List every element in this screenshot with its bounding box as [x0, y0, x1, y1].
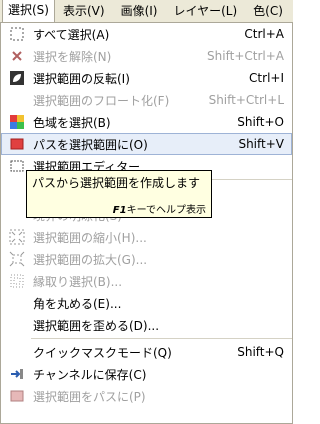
- invert-selection-icon: [10, 71, 24, 85]
- menu-item-label: 選択を解除(N): [33, 49, 112, 64]
- menu-separator: [31, 338, 292, 339]
- select-menu-dropdown: すべて選択(A) Ctrl+A 選択を解除(N) Shift+Ctrl+A 選択…: [0, 22, 293, 424]
- menu-item-label: すべて選択(A): [33, 27, 110, 42]
- menu-item-shortcut: Shift+Ctrl+A: [207, 49, 284, 63]
- menu-item-invert-selection[interactable]: 選択範囲の反転(I) Ctrl+I: [1, 67, 292, 89]
- menu-view[interactable]: 表示(V): [55, 0, 113, 23]
- menu-item-float-selection[interactable]: 選択範囲のフロート化(F) Shift+Ctrl+L: [1, 89, 292, 111]
- shrink-icon: [9, 229, 25, 245]
- menu-item-label: 選択範囲を歪める(D)...: [33, 318, 160, 333]
- menu-bar: 選択(S) 表示(V) 画像(I) レイヤー(L) 色(C): [0, 0, 293, 23]
- tooltip-text: パスから選択範囲を作成します: [32, 176, 201, 190]
- menu-item-label: クイックマスクモード(Q): [33, 345, 172, 360]
- menu-color[interactable]: 色(C): [245, 0, 291, 23]
- menu-select[interactable]: 選択(S): [2, 0, 55, 23]
- menu-item-quick-mask[interactable]: クイックマスクモード(Q) Shift+Q: [1, 341, 292, 363]
- menu-item-select-all[interactable]: すべて選択(A) Ctrl+A: [1, 23, 292, 45]
- menu-item-shortcut: Shift+O: [237, 115, 284, 129]
- menu-item-path-to-selection[interactable]: パスを選択範囲に(O) Shift+V: [1, 133, 292, 155]
- menu-item-label: 色域を選択(B): [33, 115, 111, 130]
- menu-item-label: 角を丸める(E)...: [33, 296, 122, 311]
- menu-item-shortcut: Shift+Ctrl+L: [208, 93, 284, 107]
- tooltip-help-key: F1: [112, 205, 127, 216]
- menu-item-border[interactable]: 縁取り選択(B)...: [1, 270, 292, 292]
- border-icon: [10, 274, 24, 288]
- menu-item-label: 選択範囲の縮小(H)...: [33, 230, 147, 245]
- menu-item-shortcut: Ctrl+I: [249, 71, 284, 85]
- menu-item-label: 選択範囲の拡大(G)...: [33, 252, 148, 267]
- menu-item-label: チャンネルに保存(C): [33, 367, 147, 382]
- selection-to-path-icon: [10, 390, 24, 402]
- select-by-color-icon: [10, 115, 24, 129]
- menu-item-label: 選択範囲をパスに(P): [33, 389, 146, 404]
- menu-item-shortcut: Ctrl+A: [244, 27, 284, 41]
- menu-item-save-to-channel[interactable]: チャンネルに保存(C): [1, 363, 292, 385]
- menu-item-shortcut: Shift+Q: [237, 345, 284, 359]
- select-none-icon: [12, 51, 22, 61]
- selection-editor-icon: [10, 160, 24, 172]
- menu-item-shortcut: Shift+V: [238, 137, 284, 151]
- path-to-selection-icon: [10, 138, 24, 150]
- grow-icon: [9, 251, 25, 267]
- menu-item-select-none[interactable]: 選択を解除(N) Shift+Ctrl+A: [1, 45, 292, 67]
- tooltip-help: F1キーでヘルプ表示: [32, 201, 206, 216]
- tooltip-help-text: キーでヘルプ表示: [126, 205, 206, 216]
- menu-image[interactable]: 画像(I): [113, 0, 166, 23]
- menu-layer[interactable]: レイヤー(L): [165, 0, 245, 23]
- save-to-channel-icon: [11, 369, 23, 379]
- menu-item-grow[interactable]: 選択範囲の拡大(G)...: [1, 248, 292, 270]
- menu-item-label: 選択範囲の反転(I): [33, 71, 130, 86]
- tooltip: パスから選択範囲を作成します F1キーでヘルプ表示: [26, 170, 212, 218]
- menu-item-selection-to-path[interactable]: 選択範囲をパスに(P): [1, 385, 292, 407]
- menu-item-label: パスを選択範囲に(O): [33, 137, 148, 152]
- menu-item-shrink[interactable]: 選択範囲の縮小(H)...: [1, 226, 292, 248]
- menu-item-select-by-color[interactable]: 色域を選択(B) Shift+O: [1, 111, 292, 133]
- menu-item-label: 縁取り選択(B)...: [33, 274, 123, 289]
- menu-item-rounded-rectangle[interactable]: 角を丸める(E)...: [1, 292, 292, 314]
- menu-item-distort[interactable]: 選択範囲を歪める(D)...: [1, 314, 292, 336]
- menu-item-label: 選択範囲のフロート化(F): [33, 93, 170, 108]
- select-all-icon: [10, 27, 24, 41]
